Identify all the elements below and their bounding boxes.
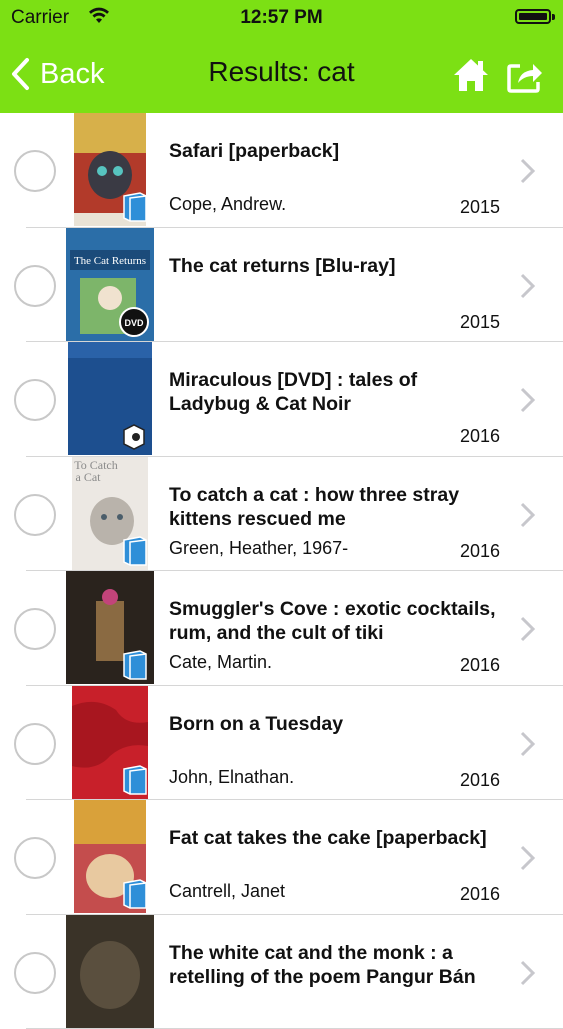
result-year: 2016 — [460, 426, 500, 447]
result-year: 2016 — [460, 541, 500, 562]
video-icon — [120, 422, 148, 450]
result-year: 2015 — [460, 197, 500, 218]
chevron-right-icon — [519, 157, 537, 185]
select-radio[interactable] — [14, 608, 56, 650]
select-radio[interactable] — [14, 723, 56, 765]
list-item[interactable]: The Cat Returns DVD The cat returns [Blu… — [0, 228, 563, 343]
result-title: The cat returns [Blu-ray] — [169, 254, 499, 278]
result-author: Green, Heather, 1967- — [169, 538, 348, 559]
select-radio[interactable] — [14, 379, 56, 421]
chevron-right-icon — [519, 386, 537, 414]
result-title: To catch a cat : how three stray kittens… — [169, 483, 499, 531]
result-title: Smuggler's Cove : exotic cocktails, rum,… — [169, 597, 499, 645]
book-icon — [122, 536, 148, 566]
dvd-icon: DVD — [118, 306, 150, 338]
list-item[interactable]: Smuggler's Cove : exotic cocktails, rum,… — [0, 571, 563, 686]
select-radio[interactable] — [14, 494, 56, 536]
home-icon[interactable] — [452, 56, 490, 94]
select-radio[interactable] — [14, 837, 56, 879]
share-icon[interactable] — [506, 58, 544, 94]
result-title: Fat cat takes the cake [paperback] — [169, 826, 499, 850]
results-list: Safari [paperback] Cope, Andrew. 2015 Th… — [0, 113, 563, 1029]
book-icon — [122, 650, 148, 680]
result-year: 2015 — [460, 312, 500, 333]
chevron-right-icon — [519, 615, 537, 643]
result-author: Cate, Martin. — [169, 652, 272, 673]
clock: 12:57 PM — [0, 7, 563, 29]
book-icon — [122, 765, 148, 795]
chevron-right-icon — [519, 959, 537, 987]
result-title: Safari [paperback] — [169, 139, 499, 163]
list-item[interactable]: To Catch a Cat To catch a cat : how thre… — [0, 457, 563, 572]
svg-text:DVD: DVD — [124, 318, 144, 328]
select-radio[interactable] — [14, 265, 56, 307]
select-radio[interactable] — [14, 150, 56, 192]
battery-icon — [515, 9, 551, 24]
chevron-right-icon — [519, 501, 537, 529]
result-author: Cope, Andrew. — [169, 194, 286, 215]
list-item[interactable]: Fat cat takes the cake [paperback] Cantr… — [0, 800, 563, 915]
chevron-right-icon — [519, 730, 537, 758]
result-year: 2016 — [460, 655, 500, 676]
book-icon — [122, 879, 148, 909]
result-year: 2016 — [460, 884, 500, 905]
chevron-right-icon — [519, 272, 537, 300]
cover-image — [66, 915, 154, 1028]
chevron-right-icon — [519, 844, 537, 872]
result-title: The white cat and the monk : a retelling… — [169, 941, 499, 989]
result-author: John, Elnathan. — [169, 767, 294, 788]
book-icon — [122, 192, 148, 222]
result-author: Cantrell, Janet — [169, 881, 285, 902]
status-bar: Carrier 12:57 PM — [0, 0, 563, 36]
svg-text:The Cat Returns: The Cat Returns — [74, 255, 146, 267]
result-title: Born on a Tuesday — [169, 712, 499, 736]
svg-text:a Cat: a Cat — [76, 470, 102, 484]
list-item[interactable]: The white cat and the monk : a retelling… — [0, 915, 563, 1029]
result-year: 2016 — [460, 770, 500, 791]
list-item[interactable]: Safari [paperback] Cope, Andrew. 2015 — [0, 113, 563, 228]
list-item[interactable]: Miraculous [DVD] : tales of Ladybug & Ca… — [0, 342, 563, 457]
select-radio[interactable] — [14, 952, 56, 994]
list-item[interactable]: Born on a Tuesday John, Elnathan. 2016 — [0, 686, 563, 801]
result-title: Miraculous [DVD] : tales of Ladybug & Ca… — [169, 368, 499, 416]
navigation-bar: Carrier 12:57 PM Back Results: cat — [0, 0, 563, 113]
